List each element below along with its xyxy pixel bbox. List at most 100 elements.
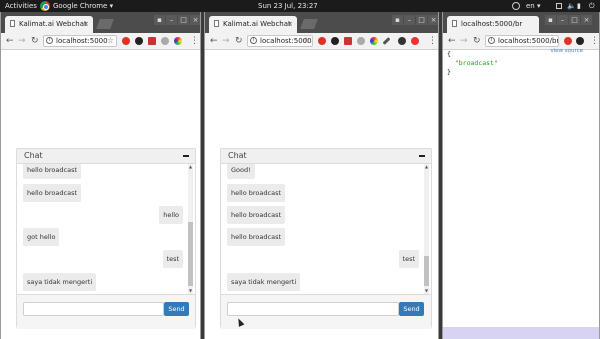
forward-arrow-icon[interactable]: → (18, 35, 26, 47)
opera-extension-icon[interactable] (318, 37, 326, 45)
reload-icon[interactable]: ↻ (473, 35, 481, 47)
extension-icon[interactable] (357, 37, 365, 45)
close-window-icon[interactable]: × (428, 15, 438, 25)
scroll-down-icon[interactable]: ▼ (424, 289, 429, 293)
close-tab-icon[interactable]: × (287, 16, 293, 33)
extension-icon[interactable] (411, 37, 419, 45)
maximize-icon[interactable]: □ (569, 15, 580, 25)
back-arrow-icon[interactable]: ← (6, 35, 14, 47)
browser-window-2: Kalimat.ai Webchat × ▪ – □ × ← → ↻ i loc… (204, 12, 439, 339)
scroll-up-icon[interactable]: ▲ (424, 165, 429, 169)
site-info-icon[interactable]: i (250, 37, 257, 44)
bookmark-star-icon[interactable]: ☆ (107, 36, 114, 46)
extension-icon[interactable] (576, 37, 584, 45)
chat-messages: hello broadcast hello broadcast hello go… (17, 164, 195, 294)
scrollbar-thumb[interactable] (188, 222, 193, 286)
chat-message: hello (159, 206, 183, 224)
address-bar[interactable]: i localhost:5000 ☆ (247, 35, 313, 47)
browser-window-3: localhost:5000/br ▪ – □ × ← → ↻ i localh… (442, 12, 600, 339)
chat-message-input[interactable] (23, 302, 164, 316)
more-vertical-icon[interactable]: ⋮ (190, 35, 199, 47)
opera-extension-icon[interactable] (122, 37, 130, 45)
scrollbar-thumb[interactable] (424, 256, 429, 286)
page-icon (214, 20, 219, 27)
network-icon[interactable] (556, 3, 562, 9)
keyboard-layout-indicator[interactable]: en ▾ (526, 0, 541, 12)
extension-icon[interactable] (161, 37, 169, 45)
scroll-up-icon[interactable]: ▲ (188, 165, 193, 169)
chat-message: saya tidak mengerti (23, 273, 97, 291)
bookmark-star-icon[interactable]: ☆ (303, 36, 310, 46)
color-picker-extension-icon[interactable] (370, 37, 378, 45)
maximize-icon[interactable]: □ (416, 15, 427, 25)
maximize-icon[interactable]: □ (178, 15, 189, 25)
page-icon (452, 20, 457, 27)
profile-icon[interactable]: ▪ (545, 15, 556, 25)
color-picker-extension-icon[interactable] (174, 37, 182, 45)
clock[interactable]: Sun 23 Jul, 23:27 (258, 0, 318, 12)
json-line: } (447, 68, 451, 76)
browser-toolbar: ← → ↻ i localhost:5000 ☆ ⋮ (1, 33, 200, 50)
volume-icon[interactable]: 🔈 (567, 0, 576, 12)
back-arrow-icon[interactable]: ← (448, 35, 456, 47)
minimize-chat-icon[interactable] (183, 155, 189, 157)
battery-icon[interactable]: ▮ (577, 0, 581, 12)
more-vertical-icon[interactable]: ⋮ (590, 35, 599, 47)
close-window-icon[interactable]: × (581, 15, 592, 25)
profile-icon[interactable]: ▪ (154, 15, 165, 25)
browser-tab[interactable]: Kalimat.ai Webchat × (209, 16, 297, 33)
status-band (443, 327, 599, 339)
forward-arrow-icon[interactable]: → (460, 35, 468, 47)
tab-title: localhost:5000/br (461, 20, 523, 28)
chat-widget: Chat Good! hello broadcast hello broadca… (220, 148, 432, 329)
minimize-icon[interactable]: – (557, 15, 568, 25)
close-window-icon[interactable]: × (190, 15, 200, 25)
reload-icon[interactable]: ↻ (235, 35, 243, 47)
site-info-icon[interactable]: i (46, 37, 53, 44)
eyedropper-extension-icon[interactable] (382, 37, 391, 45)
keyboard-layout-label: en (526, 2, 535, 10)
minimize-chat-icon[interactable] (419, 155, 425, 157)
send-button[interactable]: Send (164, 302, 189, 316)
url-text: localhost:5000/bro (498, 37, 559, 45)
extension-icon[interactable] (148, 37, 156, 45)
site-info-icon[interactable]: i (488, 37, 495, 44)
power-icon[interactable]: ⏻ (589, 0, 595, 12)
accessibility-icon[interactable] (512, 2, 520, 10)
minimize-icon[interactable]: – (404, 15, 415, 25)
minimize-icon[interactable]: – (166, 15, 177, 25)
reload-icon[interactable]: ↻ (31, 35, 39, 47)
back-arrow-icon[interactable]: ← (210, 35, 218, 47)
extension-icon[interactable] (135, 37, 143, 45)
new-tab-button[interactable] (300, 19, 318, 29)
more-vertical-icon[interactable]: ⋮ (428, 35, 437, 47)
chat-message-input[interactable] (227, 302, 399, 316)
chat-message: got hello (23, 228, 60, 246)
extension-icon[interactable] (398, 37, 406, 45)
chat-header: Chat (17, 149, 195, 164)
opera-extension-icon[interactable] (564, 37, 572, 45)
extension-icon[interactable] (344, 37, 352, 45)
chat-title: Chat (228, 151, 247, 160)
new-tab-button[interactable] (96, 19, 114, 29)
view-source-link[interactable]: view source (550, 48, 583, 54)
extension-icon[interactable] (331, 37, 339, 45)
browser-tab[interactable]: localhost:5000/br (447, 16, 539, 33)
forward-arrow-icon[interactable]: → (222, 35, 230, 47)
browser-window-1: Kalimat.ai Webchat × ▪ – □ × ← → ↻ i loc… (0, 12, 201, 339)
address-bar[interactable]: i localhost:5000 ☆ (43, 35, 117, 47)
keyboard-layout-arrow-icon: ▾ (536, 2, 541, 10)
window-controls: ▪ – □ × (392, 15, 438, 26)
chat-header: Chat (221, 149, 431, 164)
profile-icon[interactable]: ▪ (392, 15, 403, 25)
chat-scrollbar[interactable]: ▲ ▼ (424, 164, 429, 294)
activities-button[interactable]: Activities (5, 0, 37, 12)
scroll-down-icon[interactable]: ▼ (188, 289, 193, 293)
address-bar[interactable]: i localhost:5000/bro (485, 35, 559, 47)
send-button[interactable]: Send (399, 302, 424, 316)
browser-tab[interactable]: Kalimat.ai Webchat × (5, 16, 93, 33)
app-menu[interactable]: Google Chrome ▾ (53, 0, 113, 12)
browser-toolbar: ← → ↻ i localhost:5000 ☆ ⋮ (205, 33, 438, 50)
chat-scrollbar[interactable]: ▲ ▼ (188, 164, 193, 294)
close-tab-icon[interactable]: × (83, 16, 89, 33)
